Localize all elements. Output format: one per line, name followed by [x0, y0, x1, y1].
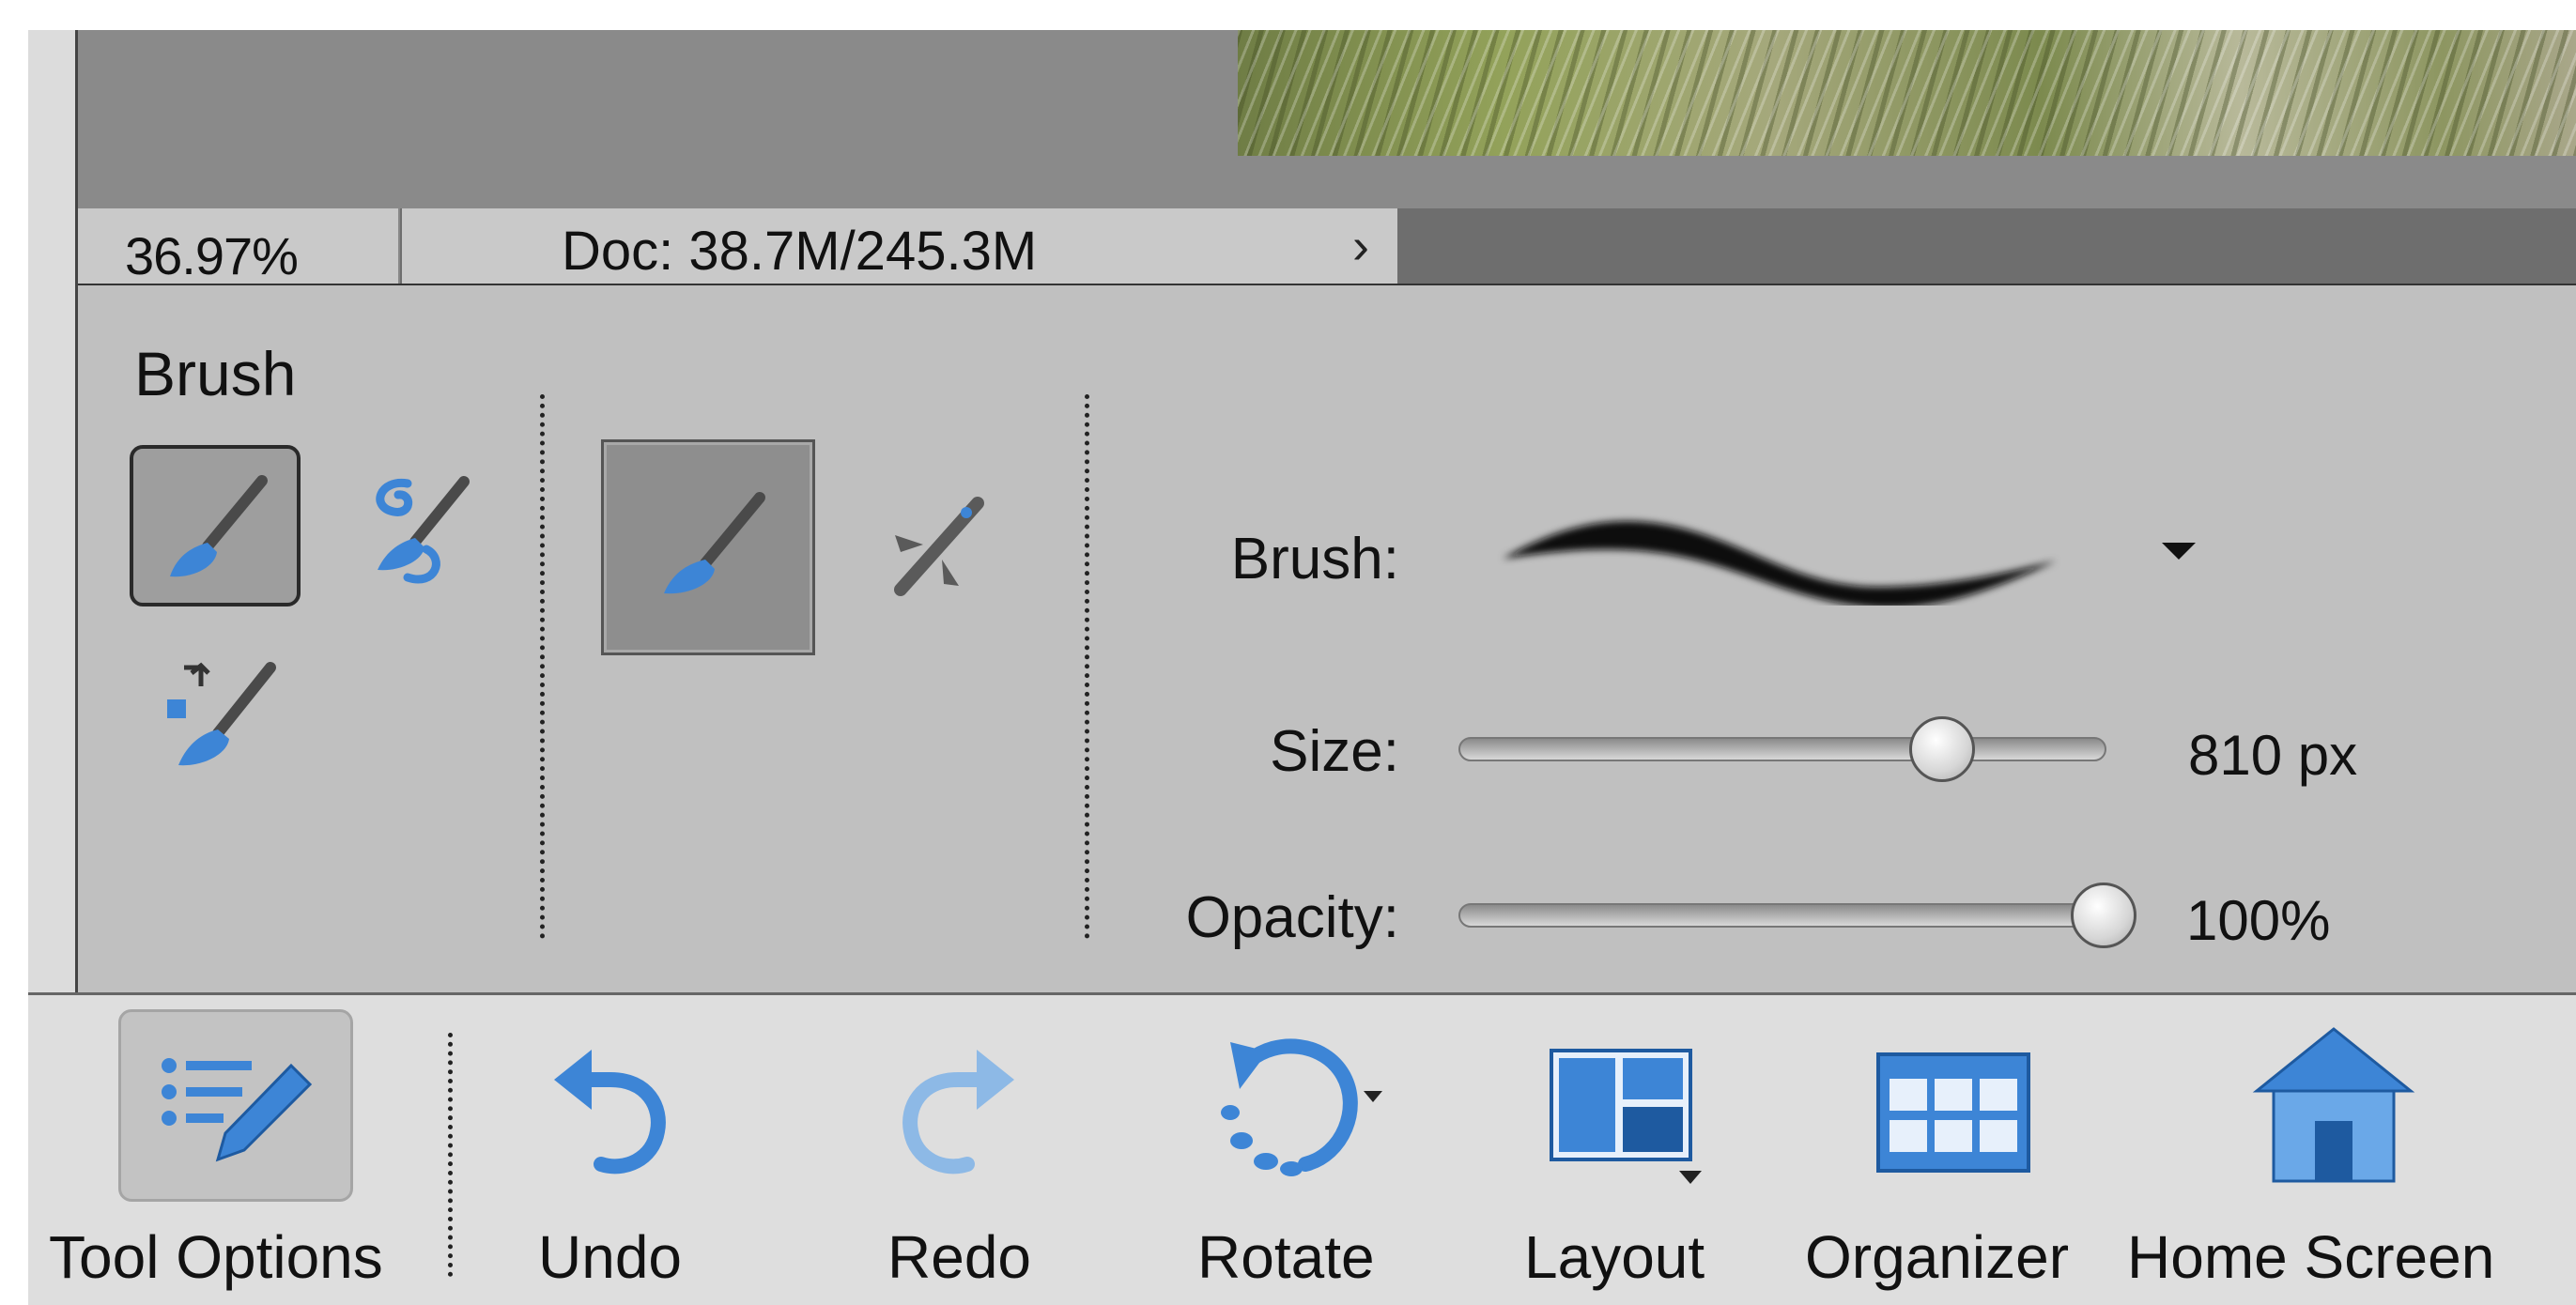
size-label: Size: [1270, 719, 1399, 784]
redo-label[interactable]: Redo [887, 1222, 1031, 1292]
brush-label: Brush: [1230, 527, 1399, 591]
taskbar-separator [448, 1033, 453, 1277]
opacity-label: Opacity: [1185, 885, 1399, 950]
brush-mode-button[interactable] [601, 439, 815, 655]
layout-label[interactable]: Layout [1524, 1222, 1704, 1292]
airbrush-icon [894, 497, 984, 596]
document-info: Doc: 38.7M/245.3M [402, 208, 1397, 284]
color-replacement-tool-button[interactable] [131, 638, 302, 800]
tool-section-title: Brush [134, 339, 297, 408]
status-menu-arrow[interactable]: › [1324, 208, 1397, 284]
brush-icon [170, 475, 268, 577]
undo-label[interactable]: Undo [538, 1222, 682, 1292]
brush-tool-button[interactable] [130, 445, 301, 606]
left-edge-bar [28, 30, 78, 992]
rotate-icon[interactable] [1202, 1023, 1390, 1192]
size-value: 810 px [2188, 724, 2358, 787]
color-replacement-icon [167, 662, 276, 766]
document-size-text: Doc: 38.7M/245.3M [562, 221, 1038, 282]
options-separator-1 [540, 394, 545, 939]
home-screen-label[interactable]: Home Screen [2127, 1222, 2494, 1292]
layout-icon[interactable] [1540, 1037, 1709, 1197]
options-separator-2 [1085, 394, 1089, 939]
brush-preset-picker[interactable] [1493, 484, 2075, 606]
zoom-level-field[interactable]: 36.97% [78, 208, 400, 285]
organizer-icon[interactable] [1869, 1047, 2038, 1178]
opacity-value: 100% [2186, 889, 2331, 952]
size-slider-thumb[interactable] [1909, 716, 1975, 782]
image-canvas[interactable] [1238, 30, 2576, 156]
rotate-label[interactable]: Rotate [1197, 1222, 1375, 1292]
airbrush-mode-button[interactable] [834, 460, 1022, 638]
tool-options-label: Tool Options [49, 1223, 383, 1291]
zoom-level-text: 36.97% [125, 226, 299, 285]
impressionist-brush-tool-button[interactable] [327, 445, 498, 606]
opacity-slider-thumb[interactable] [2071, 883, 2136, 948]
brush-mode-icon [664, 492, 765, 594]
impressionist-brush-icon [376, 476, 470, 584]
size-slider-track[interactable] [1458, 737, 2106, 761]
undo-icon[interactable] [535, 1033, 686, 1183]
redo-icon[interactable] [883, 1033, 1033, 1183]
home-screen-icon[interactable] [2249, 1023, 2418, 1192]
organizer-label[interactable]: Organizer [1805, 1222, 2069, 1292]
brush-dropdown-arrow[interactable] [2162, 543, 2196, 560]
opacity-slider-track[interactable] [1458, 903, 2106, 928]
tool-options-icon [150, 1037, 319, 1178]
